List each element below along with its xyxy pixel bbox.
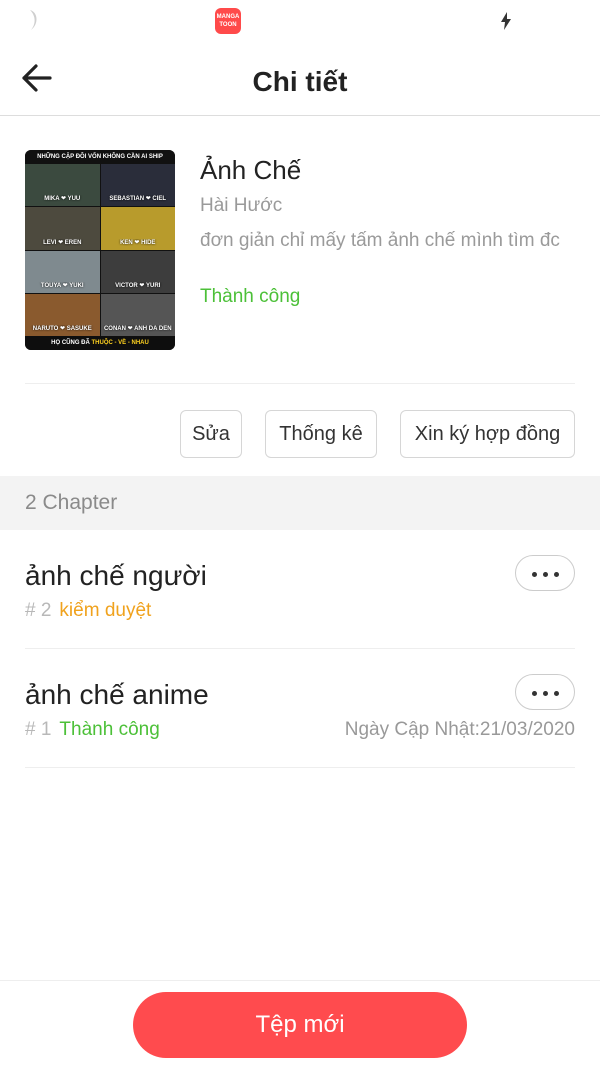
dot-icon	[554, 572, 559, 577]
cover-panel: LEVI ❤ EREN	[25, 207, 100, 250]
cover-panel: CONAN ❤ ANH DA DEN	[100, 293, 175, 336]
status-bar: MANGA TOON	[0, 0, 600, 44]
cover-pair-label: VICTOR ❤ YURI	[115, 282, 161, 289]
cover-pair-label: TOUYA ❤ YUKI	[40, 282, 84, 289]
chapter-status: kiểm duyệt	[59, 600, 152, 621]
cover-pair-label: MIKA ❤ YUU	[44, 196, 81, 203]
chapter-meta: # 1 Thành công	[25, 719, 160, 741]
chapter-row[interactable]: ảnh chế anime # 1 Thành công Ngày Cập Nhậ…	[25, 649, 575, 768]
bolt-icon	[501, 12, 511, 30]
contract-request-button[interactable]: Xin ký hợp đồng	[400, 410, 575, 458]
more-options-button[interactable]	[515, 674, 575, 710]
footer: Tệp mới	[0, 980, 600, 1067]
dot-icon	[532, 572, 537, 577]
cover-bottom-highlight: THUỘC - VỀ - NHAU	[91, 340, 149, 346]
cover-panel: TOUYA ❤ YUKI	[25, 250, 100, 293]
chapter-count-bar: 2 Chapter	[0, 476, 600, 530]
cover-pair-label: NARUTO ❤ SASUKE	[32, 326, 92, 332]
cover-image: NHỮNG CẶP ĐÔI VỐN KHÔNG CẦN AI SHIP MIKA…	[25, 150, 175, 350]
comic-info: NHỮNG CẶP ĐÔI VỐN KHÔNG CẦN AI SHIP MIKA…	[25, 150, 575, 350]
chapter-status: Thành công	[59, 719, 160, 740]
chapter-number: # 1	[25, 719, 52, 740]
comic-description: đơn giản chỉ mấy tấm ảnh chế mình tìm đc	[200, 230, 560, 251]
moon-icon	[30, 10, 37, 30]
stats-button[interactable]: Thống kê	[265, 410, 377, 458]
chapter-meta: # 2 kiểm duyệt	[25, 600, 151, 622]
divider	[25, 383, 575, 384]
cover-pair-label: LEVI ❤ EREN	[43, 239, 82, 246]
chapter-updated-date: Ngày Cập Nhật:21/03/2020	[344, 719, 575, 740]
cover-bottom-prefix: HỌ CŨNG ĐÃ	[51, 340, 92, 346]
cover-panel: SEBASTIAN ❤ CIEL	[100, 164, 175, 207]
dot-icon	[532, 691, 537, 696]
edit-button[interactable]: Sửa	[180, 410, 242, 458]
top-bar: Chi tiết	[0, 44, 600, 116]
cover-panel: VICTOR ❤ YURI	[100, 250, 175, 293]
cover-pair-label: CONAN ❤ ANH DA DEN	[103, 326, 172, 332]
chapter-title: ảnh chế người	[25, 560, 207, 591]
new-chapter-button[interactable]: Tệp mới	[133, 992, 467, 1058]
more-options-button[interactable]	[515, 555, 575, 591]
cover-pair-label: KEN ❤ HIDE	[120, 239, 156, 246]
cover-grid: MIKA ❤ YUU SEBASTIAN ❤ CIEL LEVI ❤ EREN …	[25, 164, 175, 336]
dot-icon	[543, 691, 548, 696]
comic-title: Ảnh Chế	[200, 155, 302, 185]
page-title: Chi tiết	[252, 66, 348, 97]
cover-panel: KEN ❤ HIDE	[100, 207, 175, 250]
cover-panel: NARUTO ❤ SASUKE	[25, 293, 100, 336]
comic-status: Thành công	[200, 286, 301, 307]
cover-bottom-text: HỌ CŨNG ĐÃ THUỘC - VỀ - NHAU	[25, 336, 175, 350]
app-badge: MANGA TOON	[215, 8, 241, 34]
dot-icon	[543, 572, 548, 577]
cover-panel: MIKA ❤ YUU	[25, 164, 100, 207]
dot-icon	[554, 691, 559, 696]
chapter-title: ảnh chế anime	[25, 679, 209, 710]
cover-top-text: NHỮNG CẶP ĐÔI VỐN KHÔNG CẦN AI SHIP	[25, 150, 175, 164]
comic-genre: Hài Hước	[200, 195, 283, 216]
cover-pair-label: SEBASTIAN ❤ CIEL	[109, 196, 167, 203]
chapter-count: 2 Chapter	[25, 491, 118, 514]
chapter-number: # 2	[25, 600, 52, 621]
chapter-row[interactable]: ảnh chế người # 2 kiểm duyệt	[25, 530, 575, 649]
